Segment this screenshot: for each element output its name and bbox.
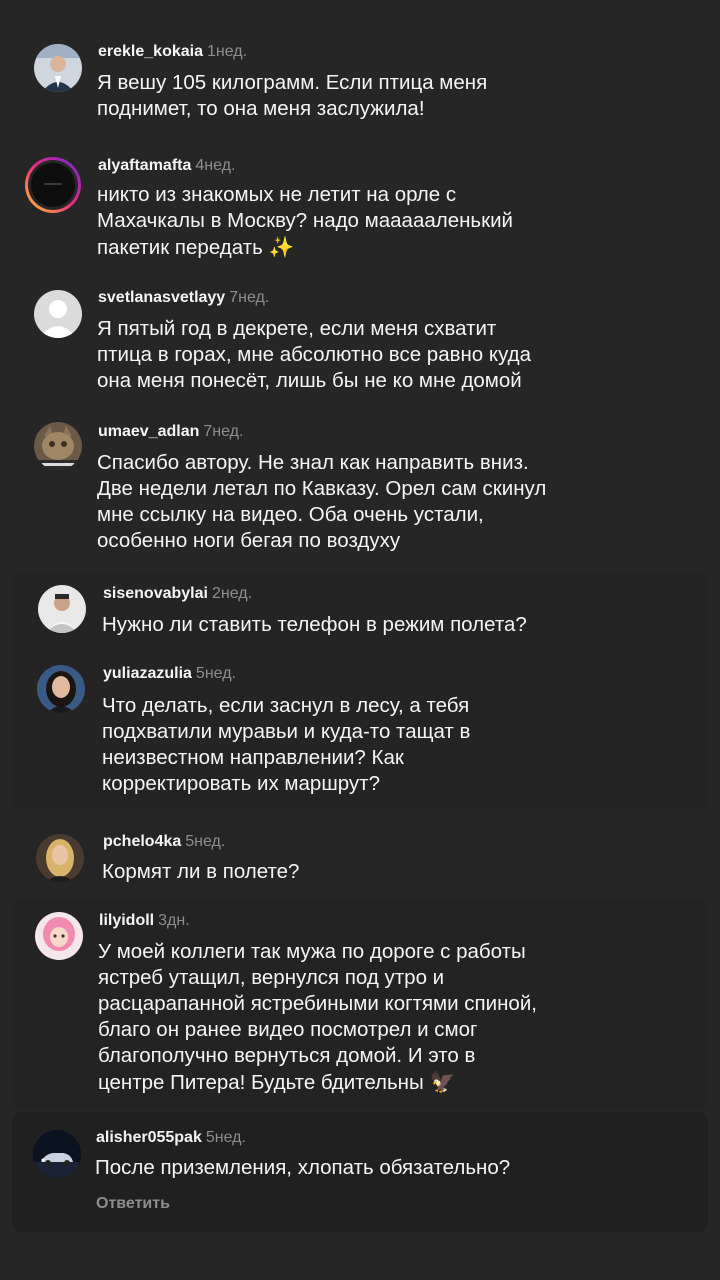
timestamp: 1нед. [206,43,248,60]
username[interactable]: alisher055pak [96,1129,202,1146]
comment-text: никто из знакомых не летит на орле с Мах… [97,182,513,261]
username[interactable]: alyaftamafta [98,157,191,174]
avatar[interactable] [38,585,86,633]
avatar[interactable] [33,1130,81,1178]
reply-button[interactable]: Ответить [96,1195,170,1213]
avatar[interactable] [34,422,82,470]
timestamp: 5нед. [195,665,236,682]
username[interactable]: svetlanasvetlayy [98,289,225,306]
avatar[interactable] [37,665,85,713]
username[interactable]: pchelo4ka [103,833,181,850]
eagle-icon: 🦅 [429,1070,455,1094]
comment-text-body: никто из знакомых не летит на орле с Мах… [97,183,513,259]
avatar-dark-story-ring-icon [25,157,81,213]
avatar[interactable] [24,156,82,214]
comment-text: Спасибо автору. Не знал как направить вн… [97,451,547,552]
timestamp: 5нед. [185,833,226,850]
avatar[interactable] [34,290,82,338]
avatar-pink-hair-icon [35,912,83,960]
avatar-default-user-icon [34,290,82,338]
avatar-woman-dark-hair-icon [37,665,85,713]
timestamp: 7нед. [229,289,270,306]
sparkles-icon: ✨ [268,235,294,259]
username[interactable]: erekle_kokaia [98,43,203,60]
username[interactable]: sisenovabylai [103,585,208,602]
avatar-car-night-icon [33,1130,81,1178]
avatar[interactable] [34,44,82,92]
comment-text: Кормят ли в полете? [102,860,300,883]
avatar-cat-icon [34,422,82,470]
comment-text: У моей коллеги так мужа по дороге с рабо… [98,939,537,1096]
comment-text: Я пятый год в декрете, если меня схватит… [97,317,532,392]
avatar-man-suit-icon [34,44,82,92]
username[interactable]: yuliazazulia [103,665,192,682]
avatar-man-white-icon [38,585,86,633]
timestamp: 3дн. [158,912,190,929]
avatar[interactable] [35,912,83,960]
timestamp: 7нед. [203,423,244,440]
username[interactable]: umaev_adlan [98,423,199,440]
comment-text: Я вешу 105 килограмм. Если птица меня по… [97,71,488,120]
comment-text: После приземления, хлопать обязательно? [95,1156,511,1179]
username[interactable]: lilyidoll [99,912,154,929]
avatar-woman-blonde-icon [36,834,84,882]
comment-text: Нужно ли ставить телефон в режим полета? [102,613,527,636]
timestamp: 5нед. [205,1129,246,1146]
timestamp: 4нед. [195,157,236,174]
comment-text: Что делать, если заснул в лесу, а тебя п… [102,694,471,795]
avatar[interactable] [36,834,84,882]
timestamp: 2нед. [211,585,253,602]
comment-text-body: У моей коллеги так мужа по дороге с рабо… [98,940,537,1094]
